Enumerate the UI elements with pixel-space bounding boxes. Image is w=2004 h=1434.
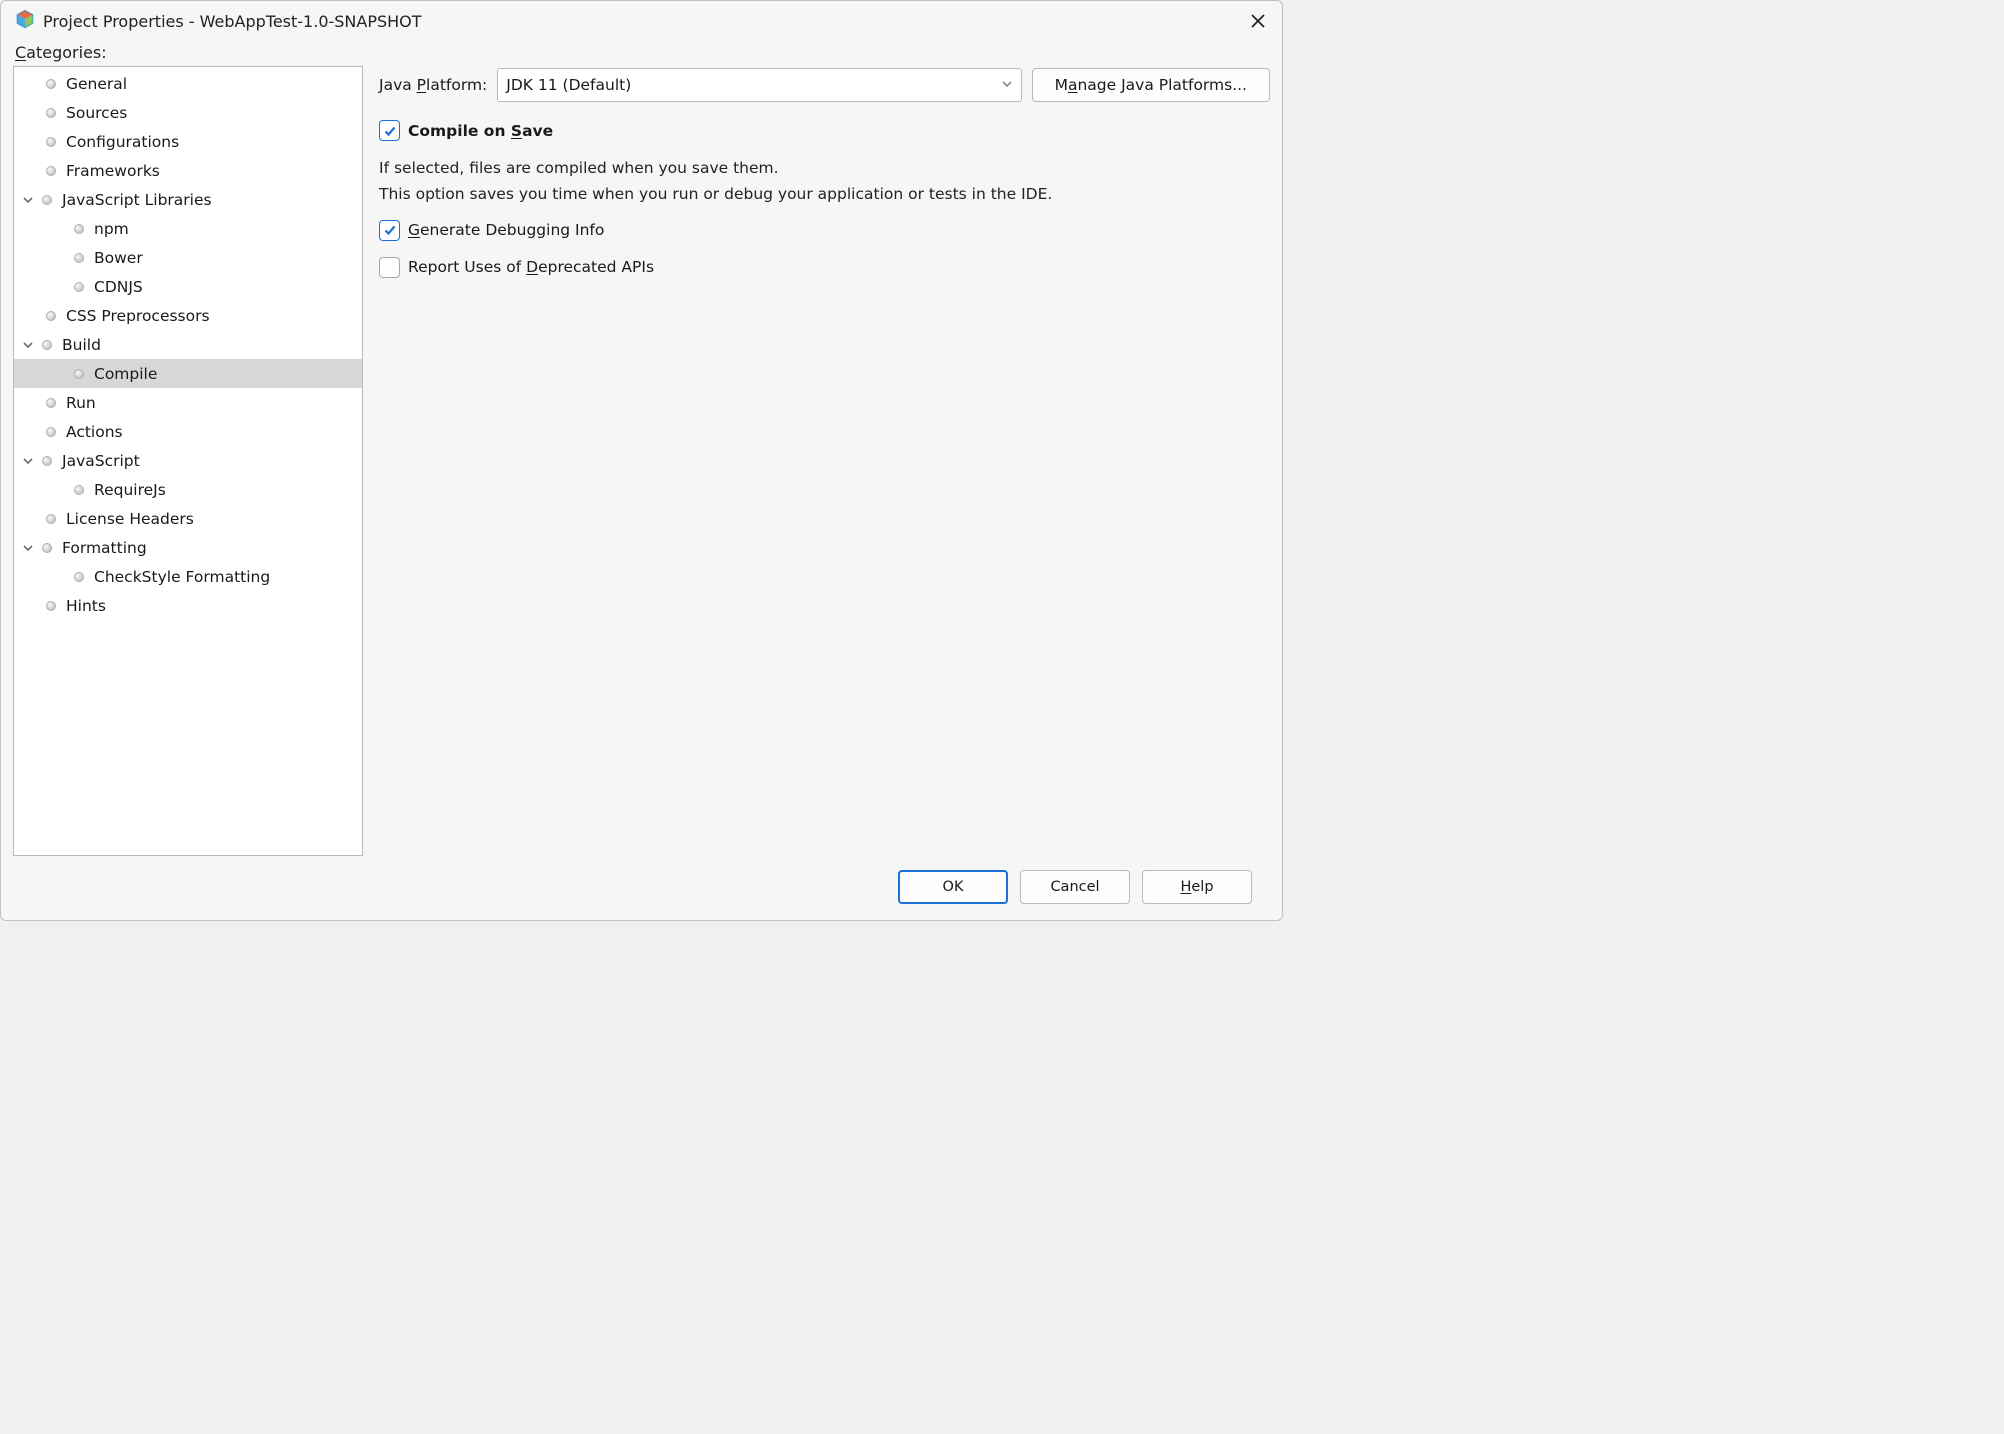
bullet-icon <box>44 309 58 323</box>
tree-item-checkstyle[interactable]: CheckStyle Formatting <box>14 562 362 591</box>
chevron-down-icon[interactable] <box>18 335 38 355</box>
compile-on-save-description: If selected, files are compiled when you… <box>379 155 1270 208</box>
categories-label: Categories: <box>13 39 1270 66</box>
tree-item-cdnjs[interactable]: CDNJS <box>14 272 362 301</box>
java-platform-value: JDK 11 (Default) <box>506 76 631 94</box>
generate-debugging-info-checkbox[interactable] <box>379 220 400 241</box>
bullet-icon <box>72 251 86 265</box>
tree-item-bower[interactable]: Bower <box>14 243 362 272</box>
titlebar: Project Properties - WebAppTest-1.0-SNAP… <box>1 1 1282 39</box>
tree-item-hints[interactable]: Hints <box>14 591 362 620</box>
bullet-icon <box>72 367 86 381</box>
bullet-icon <box>44 164 58 178</box>
close-button[interactable] <box>1244 7 1272 35</box>
bullet-icon <box>44 135 58 149</box>
bullet-icon <box>40 541 54 555</box>
bullet-icon <box>44 425 58 439</box>
app-logo-icon <box>15 9 35 33</box>
bullet-icon <box>72 280 86 294</box>
categories-tree[interactable]: General Sources Configurations Framework… <box>13 66 363 856</box>
compile-on-save-checkbox[interactable] <box>379 120 400 141</box>
report-deprecated-apis-checkbox[interactable] <box>379 257 400 278</box>
bullet-icon <box>44 599 58 613</box>
chevron-down-icon[interactable] <box>18 538 38 558</box>
tree-item-frameworks[interactable]: Frameworks <box>14 156 362 185</box>
help-button[interactable]: Help <box>1142 870 1252 904</box>
cancel-button[interactable]: Cancel <box>1020 870 1130 904</box>
tree-item-npm[interactable]: npm <box>14 214 362 243</box>
tree-item-actions[interactable]: Actions <box>14 417 362 446</box>
java-platform-select[interactable]: JDK 11 (Default) <box>497 68 1021 102</box>
tree-item-general[interactable]: General <box>14 69 362 98</box>
tree-item-licenseheaders[interactable]: License Headers <box>14 504 362 533</box>
bullet-icon <box>72 222 86 236</box>
java-platform-label: Java Platform: <box>379 76 487 94</box>
chevron-down-icon[interactable] <box>18 451 38 471</box>
bullet-icon <box>44 396 58 410</box>
compile-on-save-label: Compile on Save <box>408 122 553 140</box>
window-title: Project Properties - WebAppTest-1.0-SNAP… <box>43 12 422 31</box>
bullet-icon <box>40 338 54 352</box>
compile-settings-panel: Java Platform: JDK 11 (Default) Manage J… <box>379 66 1270 856</box>
report-deprecated-apis-label: Report Uses of Deprecated APIs <box>408 258 654 276</box>
chevron-down-icon[interactable] <box>18 190 38 210</box>
tree-item-build[interactable]: Build <box>14 330 362 359</box>
bullet-icon <box>44 77 58 91</box>
bullet-icon <box>44 106 58 120</box>
chevron-down-icon <box>1001 76 1013 94</box>
tree-item-formatting[interactable]: Formatting <box>14 533 362 562</box>
tree-item-configurations[interactable]: Configurations <box>14 127 362 156</box>
tree-item-javascript[interactable]: JavaScript <box>14 446 362 475</box>
project-properties-dialog: Project Properties - WebAppTest-1.0-SNAP… <box>0 0 1283 921</box>
tree-item-requirejs[interactable]: RequireJs <box>14 475 362 504</box>
bullet-icon <box>72 570 86 584</box>
ok-button[interactable]: OK <box>898 870 1008 904</box>
bullet-icon <box>72 483 86 497</box>
dialog-footer: OK Cancel Help <box>13 856 1270 920</box>
manage-java-platforms-button[interactable]: Manage Java Platforms... <box>1032 68 1270 102</box>
bullet-icon <box>44 512 58 526</box>
tree-item-sources[interactable]: Sources <box>14 98 362 127</box>
tree-item-csspre[interactable]: CSS Preprocessors <box>14 301 362 330</box>
bullet-icon <box>40 193 54 207</box>
tree-item-run[interactable]: Run <box>14 388 362 417</box>
tree-item-compile[interactable]: Compile <box>14 359 362 388</box>
tree-item-jslibs[interactable]: JavaScript Libraries <box>14 185 362 214</box>
bullet-icon <box>40 454 54 468</box>
generate-debugging-info-label: Generate Debugging Info <box>408 221 604 239</box>
